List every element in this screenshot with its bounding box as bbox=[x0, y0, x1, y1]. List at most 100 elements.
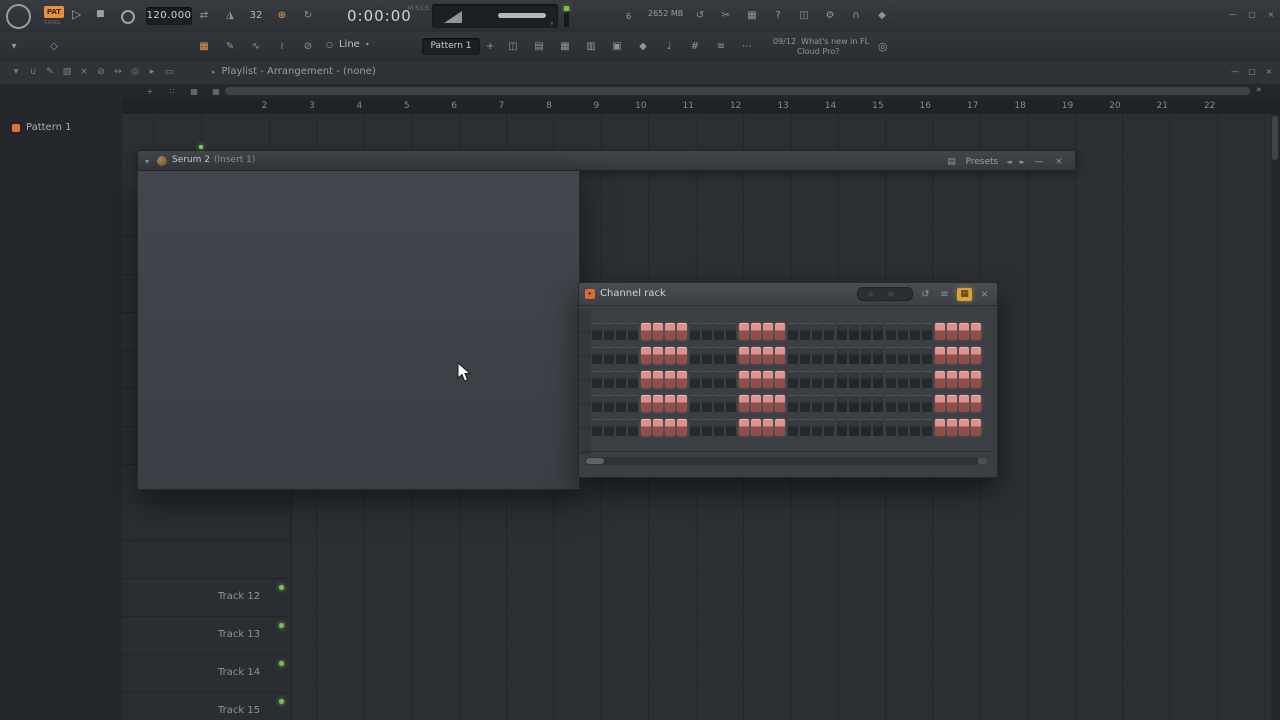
step-cell-on[interactable] bbox=[971, 395, 981, 412]
step-cell-off[interactable] bbox=[837, 419, 847, 436]
metronome-icon[interactable]: ◮ bbox=[222, 8, 238, 24]
collapse-icon[interactable]: ▾ bbox=[145, 157, 149, 166]
step-cell-off[interactable] bbox=[690, 347, 700, 364]
step-cell-on[interactable] bbox=[641, 395, 651, 412]
step-cell-on[interactable] bbox=[935, 323, 945, 340]
track-header-row[interactable] bbox=[122, 541, 291, 579]
scrollbar-handle[interactable] bbox=[586, 458, 604, 464]
minimize-icon[interactable]: — bbox=[1228, 10, 1238, 20]
step-cell-on[interactable] bbox=[971, 419, 981, 436]
slide-icon[interactable]: ≀ bbox=[274, 39, 290, 55]
track-led[interactable] bbox=[279, 623, 284, 628]
step-cell-off[interactable] bbox=[824, 371, 834, 388]
step-cell-off[interactable] bbox=[873, 395, 883, 412]
step-cell-off[interactable] bbox=[592, 323, 602, 340]
step-cell-off[interactable] bbox=[910, 419, 920, 436]
track-header-row[interactable]: Track 15 bbox=[122, 693, 291, 720]
step-cell-on[interactable] bbox=[653, 419, 663, 436]
minimize-icon[interactable]: — bbox=[1033, 156, 1045, 168]
step-cell-on[interactable] bbox=[935, 419, 945, 436]
step-cell-off[interactable] bbox=[788, 371, 798, 388]
step-cell-off[interactable] bbox=[604, 419, 614, 436]
refresh-icon[interactable]: ↺ bbox=[692, 8, 708, 24]
touch-controller-icon[interactable]: # bbox=[687, 39, 703, 55]
step-cell-on[interactable] bbox=[677, 347, 687, 364]
step-cell-off[interactable] bbox=[837, 371, 847, 388]
step-cell-off[interactable] bbox=[861, 419, 871, 436]
step-cell-on[interactable] bbox=[739, 323, 749, 340]
step-cell-off[interactable] bbox=[702, 371, 712, 388]
swing-lcd[interactable] bbox=[857, 287, 913, 301]
step-cell-off[interactable] bbox=[898, 347, 908, 364]
step-cell-off[interactable] bbox=[886, 371, 896, 388]
step-cell-on[interactable] bbox=[971, 323, 981, 340]
step-cell-on[interactable] bbox=[763, 371, 773, 388]
step-cell-off[interactable] bbox=[812, 395, 822, 412]
step-cell-off[interactable] bbox=[690, 371, 700, 388]
step-cell-on[interactable] bbox=[665, 347, 675, 364]
step-cell-off[interactable] bbox=[837, 347, 847, 364]
step-cell-off[interactable] bbox=[886, 323, 896, 340]
step-cell-on[interactable] bbox=[665, 419, 675, 436]
step-cell-off[interactable] bbox=[837, 323, 847, 340]
step-cell-off[interactable] bbox=[592, 347, 602, 364]
plugin-icon[interactable] bbox=[157, 156, 167, 166]
record-button[interactable] bbox=[121, 10, 135, 24]
channel-rack-scrollbar[interactable] bbox=[585, 457, 987, 465]
listen-icon[interactable]: ∩ bbox=[848, 8, 864, 24]
playlist-titlebar[interactable]: ▾ ∪ ✎ ▧ × ⊘ ↔ ◎ ▸ ▭ ▸ Playlist - Arrangement - (n… bbox=[0, 62, 1280, 85]
step-cell-off[interactable] bbox=[873, 419, 883, 436]
step-cell-on[interactable] bbox=[935, 395, 945, 412]
step-edit-icon[interactable]: ▦ bbox=[196, 39, 212, 55]
step-cell-off[interactable] bbox=[922, 347, 932, 364]
timeline-ruler[interactable]: 2 3 4 5 6 7 8 9 10 11 12 13 14 15 16 17 18 19 20 21 22 bbox=[122, 99, 1280, 115]
oscilloscope-panel[interactable]: ▾ bbox=[432, 4, 558, 28]
next-preset-icon[interactable]: ► bbox=[1020, 158, 1025, 166]
step-cell-on[interactable] bbox=[751, 395, 761, 412]
graph-editor-icon[interactable]: ≡ bbox=[938, 288, 951, 301]
step-cell-on[interactable] bbox=[971, 371, 981, 388]
step-cell-on[interactable] bbox=[665, 371, 675, 388]
step-cell-off[interactable] bbox=[604, 347, 614, 364]
step-cell-on[interactable] bbox=[751, 371, 761, 388]
maximize-icon[interactable]: ▢ bbox=[1247, 10, 1257, 20]
stop-button[interactable]: ■ bbox=[96, 9, 105, 19]
step-cell-off[interactable] bbox=[861, 347, 871, 364]
scrollbar-right-handle[interactable] bbox=[978, 458, 987, 464]
close-icon[interactable]: × bbox=[1266, 10, 1276, 20]
vertical-scrollbar[interactable] bbox=[1271, 114, 1280, 720]
step-cell-on[interactable] bbox=[641, 323, 651, 340]
step-cell-off[interactable] bbox=[910, 347, 920, 364]
step-cell-off[interactable] bbox=[898, 371, 908, 388]
step-cell-off[interactable] bbox=[910, 371, 920, 388]
mute-tool-icon[interactable]: ⊘ bbox=[300, 39, 316, 55]
step-cell-on[interactable] bbox=[775, 395, 785, 412]
curve-icon[interactable]: ∿ bbox=[248, 39, 264, 55]
step-cell-off[interactable] bbox=[922, 395, 932, 412]
step-cell-off[interactable] bbox=[604, 395, 614, 412]
close-icon[interactable]: × bbox=[1053, 156, 1065, 168]
step-cell-off[interactable] bbox=[873, 323, 883, 340]
settings-icon[interactable]: ⚙ bbox=[822, 8, 838, 24]
step-cell-on[interactable] bbox=[935, 347, 945, 364]
step-cell-off[interactable] bbox=[812, 323, 822, 340]
save-icon[interactable]: ◫ bbox=[796, 8, 812, 24]
step-cell-off[interactable] bbox=[849, 323, 859, 340]
step-cell-on[interactable] bbox=[935, 371, 945, 388]
step-cell-on[interactable] bbox=[947, 395, 957, 412]
step-cell-off[interactable] bbox=[714, 347, 724, 364]
step-cell-off[interactable] bbox=[616, 323, 626, 340]
step-cell-off[interactable] bbox=[616, 347, 626, 364]
close-icon[interactable]: × bbox=[1264, 66, 1274, 78]
magnet-icon[interactable]: ∪ bbox=[27, 65, 39, 79]
step-cell-off[interactable] bbox=[861, 371, 871, 388]
mute-icon[interactable]: ⊘ bbox=[95, 65, 107, 79]
song-mode-label[interactable]: SONG bbox=[44, 20, 61, 26]
step-cell-off[interactable] bbox=[592, 419, 602, 436]
step-cell-off[interactable] bbox=[616, 371, 626, 388]
step-cell-on[interactable] bbox=[665, 323, 675, 340]
step-cell-off[interactable] bbox=[873, 347, 883, 364]
step-cell-on[interactable] bbox=[959, 347, 969, 364]
precount-icon[interactable]: 32 bbox=[248, 8, 264, 24]
step-cell-off[interactable] bbox=[628, 323, 638, 340]
